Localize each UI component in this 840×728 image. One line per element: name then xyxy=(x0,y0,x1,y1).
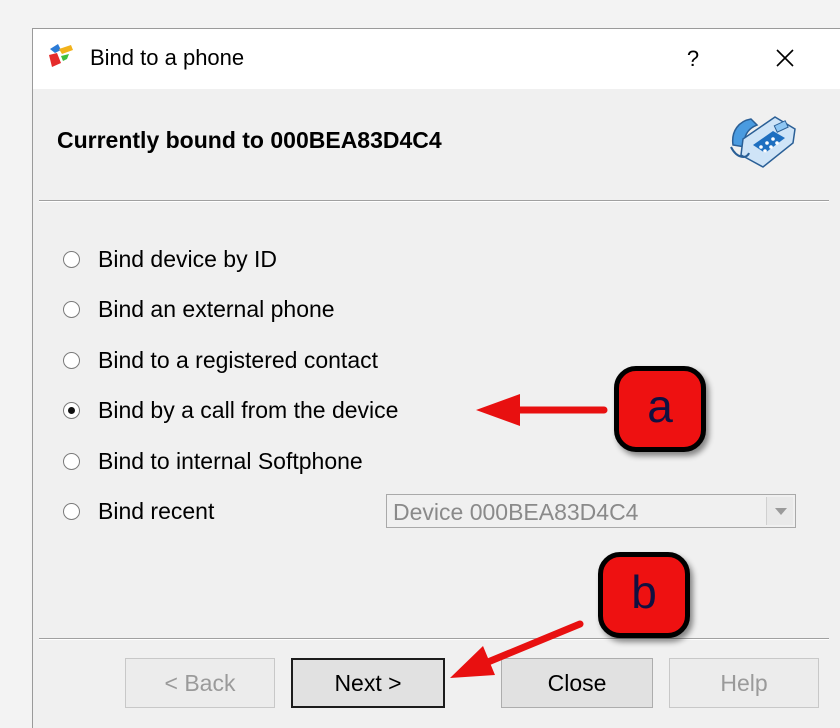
option-label: Bind by a call from the device xyxy=(98,396,399,423)
annotation-badge-a: a xyxy=(614,366,706,452)
screenshot-stage: Bind to a phone ? Currently bound to 000… xyxy=(0,0,840,728)
radio-button[interactable] xyxy=(63,300,80,318)
desk-phone-icon xyxy=(729,109,799,171)
recent-device-value: Device 000BEA83D4C4 xyxy=(393,499,639,525)
option-label: Bind to internal Softphone xyxy=(98,447,363,474)
option-bind-device-by-id[interactable]: Bind device by ID xyxy=(63,242,277,276)
footer-separator xyxy=(39,638,829,640)
help-title-button[interactable]: ? xyxy=(671,39,715,79)
option-bind-registered-contact[interactable]: Bind to a registered contact xyxy=(63,343,378,377)
option-label: Bind to a registered contact xyxy=(98,346,378,373)
radio-button[interactable] xyxy=(63,351,80,369)
app-logo-icon xyxy=(47,43,77,71)
option-bind-external-phone[interactable]: Bind an external phone xyxy=(63,292,335,326)
option-label: Bind recent xyxy=(98,497,215,524)
option-bind-by-call[interactable]: Bind by a call from the device xyxy=(63,393,398,427)
bind-phone-dialog: Bind to a phone ? Currently bound to 000… xyxy=(32,28,840,728)
annotation-badge-b: b xyxy=(598,552,690,638)
option-bind-recent[interactable]: Bind recent xyxy=(63,494,214,528)
radio-button[interactable] xyxy=(63,250,80,268)
header-title: Currently bound to 000BEA83D4C4 xyxy=(57,127,442,153)
close-icon[interactable] xyxy=(761,39,809,79)
close-button[interactable]: Close xyxy=(501,658,653,708)
option-bind-softphone[interactable]: Bind to internal Softphone xyxy=(63,444,363,478)
header-separator xyxy=(39,200,829,202)
option-label: Bind an external phone xyxy=(98,295,335,322)
option-label: Bind device by ID xyxy=(98,245,277,272)
radio-button[interactable] xyxy=(63,452,80,470)
title-bar[interactable]: Bind to a phone ? xyxy=(33,29,840,89)
radio-button[interactable] xyxy=(63,502,80,520)
back-button[interactable]: < Back xyxy=(125,658,275,708)
dropdown-arrow-icon[interactable] xyxy=(766,497,793,525)
help-button[interactable]: Help xyxy=(669,658,819,708)
next-button[interactable]: Next > xyxy=(291,658,445,708)
recent-device-select[interactable]: Device 000BEA83D4C4 xyxy=(386,494,796,528)
radio-button-selected[interactable] xyxy=(63,401,80,419)
window-title: Bind to a phone xyxy=(90,45,245,70)
